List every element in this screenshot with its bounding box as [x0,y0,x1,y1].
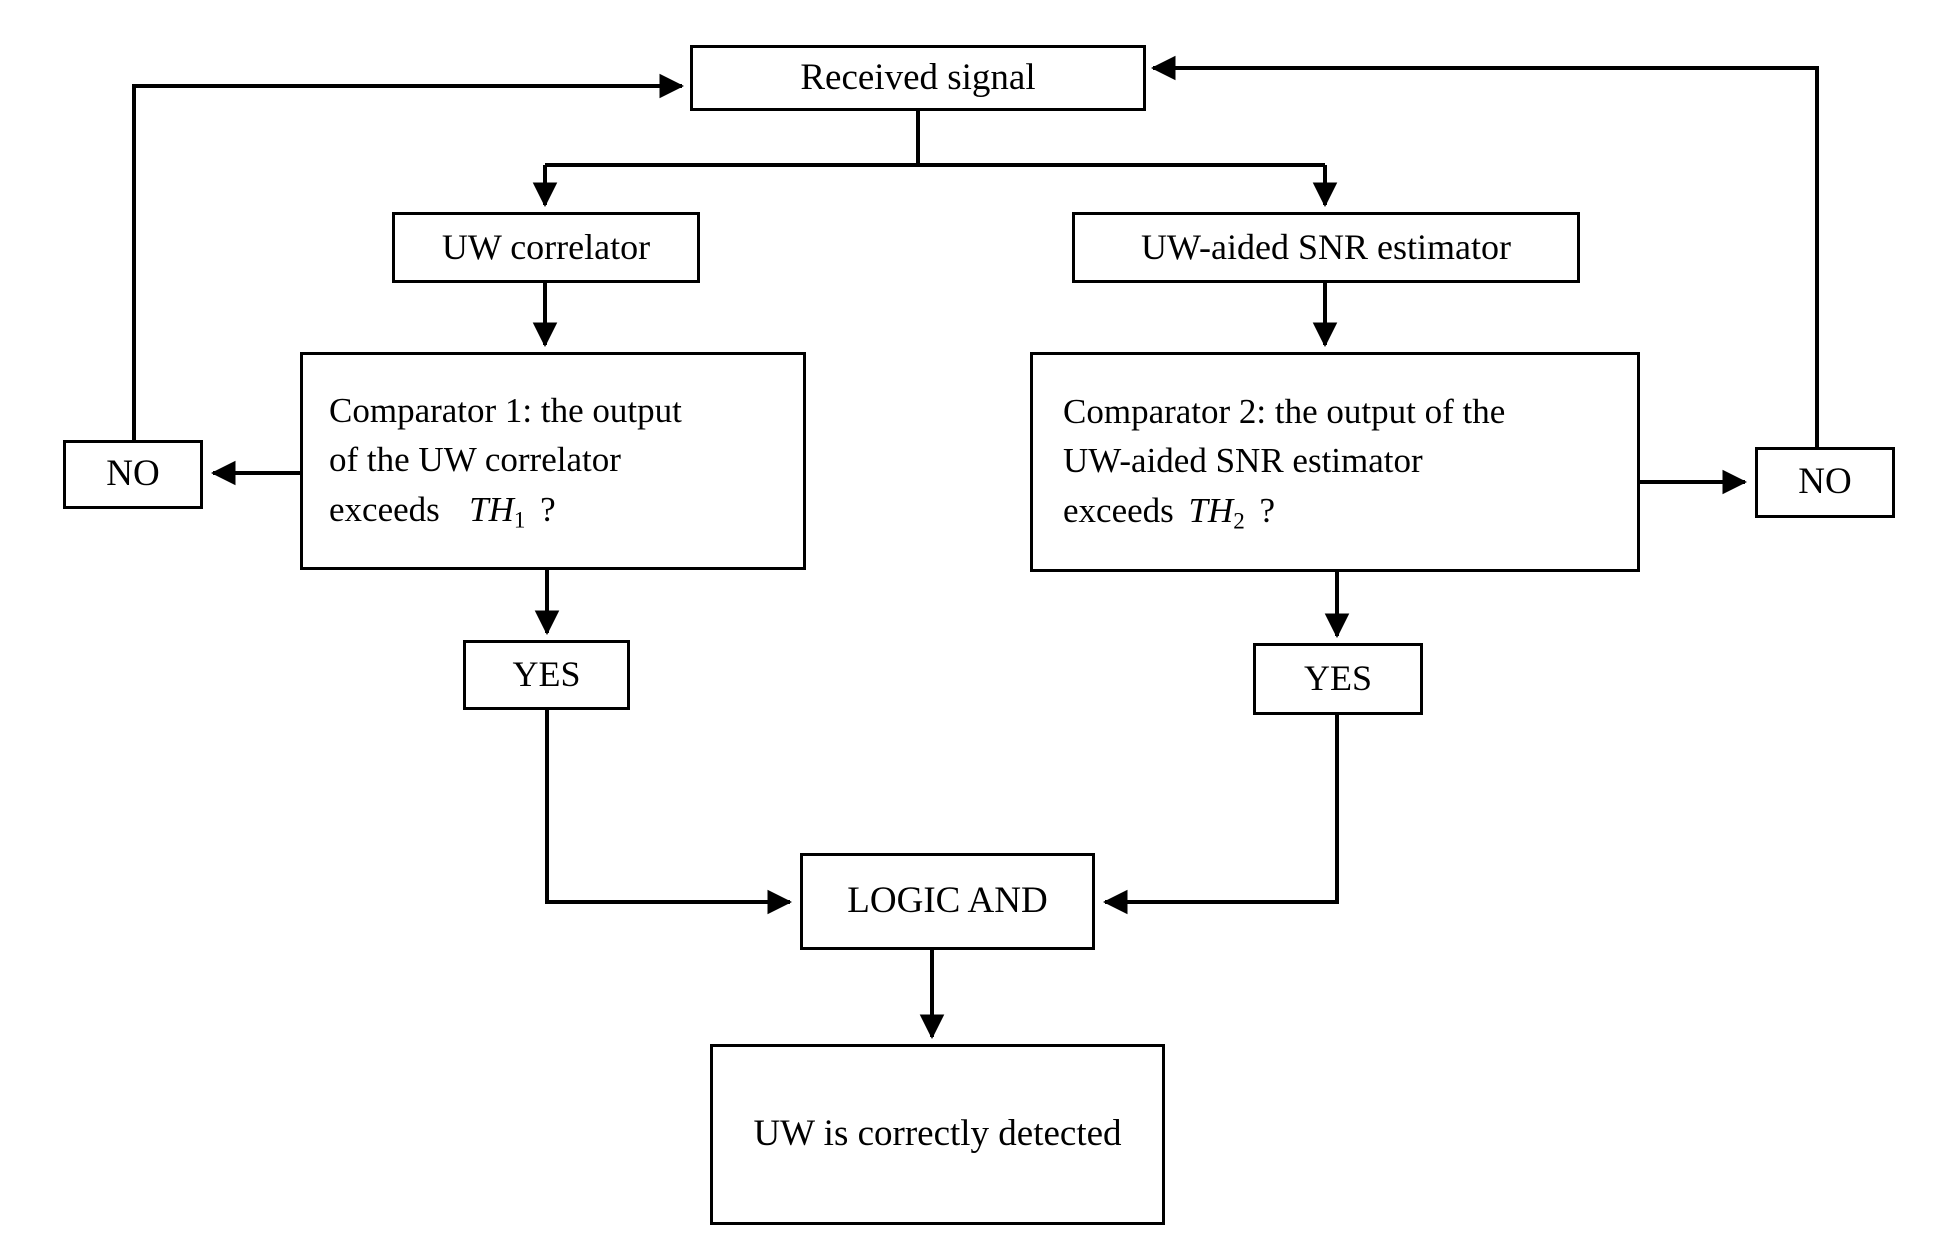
node-comparator2-text: Comparator 2: the output of the UW-aided… [1063,387,1623,538]
comparator2-threshold-symbol: TH2 [1188,491,1244,533]
node-snr-estimator[interactable]: UW-aided SNR estimator [1072,212,1580,283]
node-received-signal[interactable]: Received signal [690,45,1146,111]
node-result[interactable]: UW is correctly detected [710,1044,1165,1225]
flowchart-canvas: Received signal UW correlator UW-aided S… [0,0,1955,1257]
node-yes-left-label: YES [512,654,581,695]
comparator1-threshold-index: 1 [513,506,526,533]
node-received-signal-label: Received signal [800,56,1036,98]
comparator2-line-3-suffix: ? [1259,491,1275,531]
node-comparator2[interactable]: Comparator 2: the output of the UW-aided… [1030,352,1640,572]
comparator2-line-2: UW-aided SNR estimator [1063,441,1423,481]
node-comparator1[interactable]: Comparator 1: the output of the UW corre… [300,352,806,570]
node-comparator1-text: Comparator 1: the output of the UW corre… [329,386,789,537]
comparator2-threshold-index: 2 [1233,507,1245,534]
node-yes-left[interactable]: YES [463,640,630,710]
comparator1-line-1: Comparator 1: the output [329,390,682,430]
node-uw-correlator[interactable]: UW correlator [392,212,700,283]
comparator1-threshold-symbol: TH1 [469,490,525,532]
node-no-right-label: NO [1798,461,1852,503]
node-logic-and[interactable]: LOGIC AND [800,853,1095,950]
comparator2-line-1: Comparator 2: the output of the [1063,391,1506,431]
edge-yes-right-to-logic-and [1102,715,1339,915]
node-no-left-label: NO [106,453,160,495]
comparator2-threshold-base: TH [1188,491,1234,531]
node-no-left[interactable]: NO [63,440,203,509]
comparator1-line-2: of the UW correlator [329,440,621,480]
node-yes-right-label: YES [1303,658,1372,699]
node-uw-correlator-label: UW correlator [441,226,651,267]
node-logic-and-label: LOGIC AND [847,880,1048,922]
comparator1-line-3-suffix: ? [540,490,556,530]
comparator1-threshold-base: TH [469,490,514,530]
node-snr-estimator-label: UW-aided SNR estimator [1141,226,1511,267]
node-yes-right[interactable]: YES [1253,643,1423,715]
node-no-right[interactable]: NO [1755,447,1895,518]
comparator2-line-3-prefix: exceeds [1063,491,1174,531]
edge-yes-left-to-logic-and [545,710,793,915]
comparator1-line-3-prefix: exceeds [329,490,440,530]
node-result-label: UW is correctly detected [753,1113,1122,1155]
